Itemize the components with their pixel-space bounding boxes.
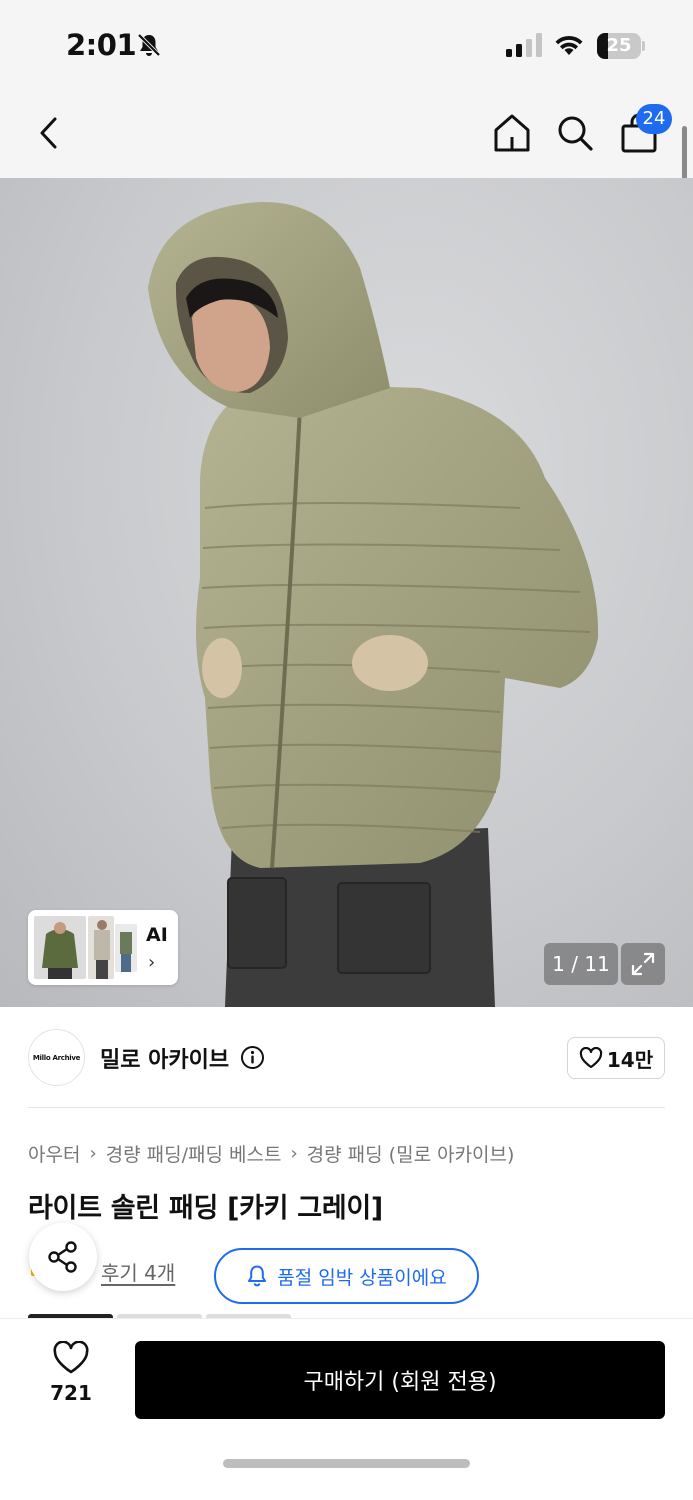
bottom-action-bar: 721 구매하기 (회원 전용) (0, 1318, 693, 1500)
wishlist-count: 721 (50, 1381, 92, 1405)
chevron-left-icon (40, 117, 57, 149)
brand-logo-text: Millo Archive (32, 1053, 81, 1062)
cart-count-badge: 24 (636, 104, 672, 134)
heart-icon (579, 1047, 603, 1069)
info-icon[interactable] (240, 1045, 265, 1070)
wishlist-button[interactable]: 721 (28, 1341, 114, 1421)
product-image-carousel[interactable]: AI › 1 / 11 (0, 178, 693, 1007)
heart-icon (53, 1341, 89, 1374)
bell-off-icon (137, 33, 161, 57)
wifi-icon (555, 35, 583, 55)
chevron-right-icon: › (290, 1143, 298, 1164)
status-time: 2:01 (66, 28, 137, 62)
back-button[interactable] (25, 108, 75, 158)
ai-styling-card[interactable]: AI › (28, 910, 178, 985)
battery-icon: 25 (597, 33, 645, 59)
cellular-signal-icon (506, 33, 542, 57)
ai-thumbnail (34, 916, 86, 979)
share-icon (48, 1241, 77, 1273)
brand-like-count: 14만 (606, 1047, 654, 1072)
ai-thumbnail (115, 924, 137, 972)
home-icon (494, 114, 530, 152)
expand-icon (631, 952, 655, 976)
soldout-alert-button[interactable]: 품절 임박 상품이에요 (214, 1248, 479, 1304)
fullscreen-button[interactable] (621, 943, 665, 985)
soldout-alert-label: 품절 임박 상품이에요 (277, 1266, 447, 1289)
home-indicator[interactable] (223, 1459, 470, 1468)
search-button[interactable] (550, 108, 600, 158)
buy-button-label: 구매하기 (회원 전용) (303, 1370, 497, 1395)
review-link[interactable]: 후기 4개 (101, 1257, 175, 1286)
breadcrumb: 아우터 › 경량 패딩/패딩 베스트 › 경량 패딩 (밀로 아카이브) (28, 1140, 514, 1167)
share-button[interactable] (29, 1223, 97, 1291)
ai-thumbnail (88, 916, 114, 979)
home-button[interactable] (487, 108, 537, 158)
breadcrumb-item[interactable]: 경량 패딩 (밀로 아카이브) (307, 1140, 515, 1167)
buy-button[interactable]: 구매하기 (회원 전용) (135, 1341, 665, 1419)
breadcrumb-item[interactable]: 아우터 (28, 1140, 80, 1167)
bell-icon (248, 1265, 267, 1287)
image-page-counter: 1 / 11 (544, 943, 618, 985)
chevron-right-icon: › (148, 952, 156, 973)
top-nav-bar: 24 (0, 90, 693, 178)
ai-label: AI (146, 924, 168, 946)
breadcrumb-item[interactable]: 경량 패딩/패딩 베스트 (106, 1140, 282, 1167)
status-bar: 2:01 25 (0, 0, 693, 90)
battery-percent: 25 (606, 35, 632, 56)
brand-name[interactable]: 밀로 아카이브 (100, 1042, 229, 1074)
search-icon (558, 116, 593, 151)
brand-like-button[interactable]: 14만 (567, 1037, 665, 1079)
product-title: 라이트 솔린 패딩 [카키 그레이] (28, 1193, 383, 1224)
product-photo (148, 201, 599, 1007)
chevron-right-icon: › (89, 1143, 97, 1164)
divider (28, 1107, 665, 1108)
brand-logo[interactable]: Millo Archive (28, 1029, 85, 1086)
